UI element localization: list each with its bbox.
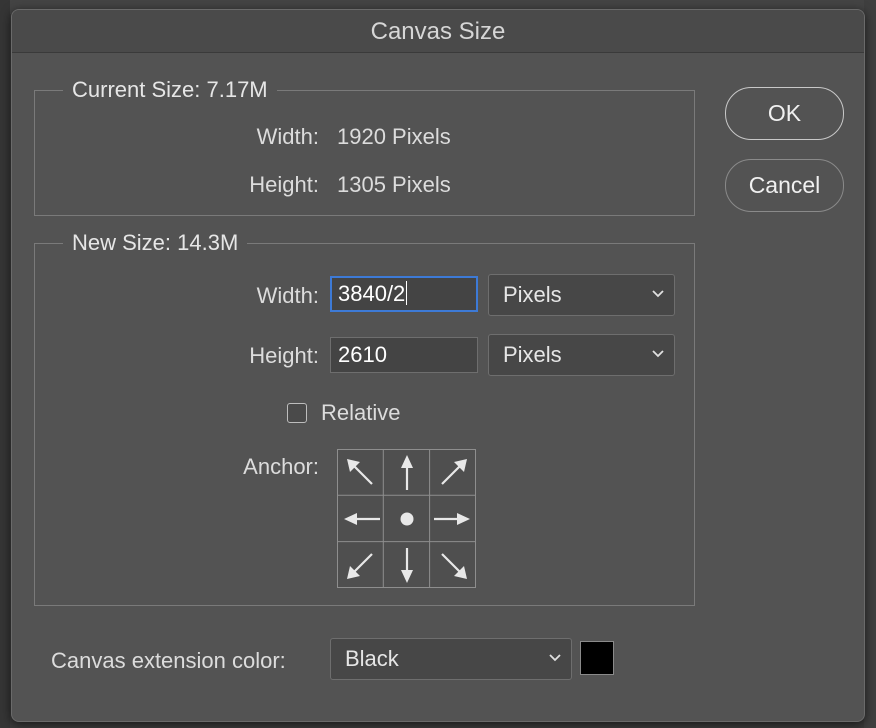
arrow-up-right-icon [441,459,467,485]
new-size-legend: New Size: 14.3M [63,229,248,257]
text-caret [406,281,408,305]
canvas-extension-color-label: Canvas extension color: [51,648,286,673]
arrow-left-icon [344,513,380,525]
relative-label[interactable]: Relative [321,399,400,427]
new-height-input-value: 2610 [338,342,387,367]
background-left-panel [0,0,10,728]
current-width-value: 1920 Pixels [337,124,451,149]
arrow-down-right-icon [441,553,467,579]
current-height-value: 1305 Pixels [337,172,451,197]
new-width-label: Width: [256,283,319,308]
current-width-label: Width: [256,124,319,149]
new-width-unit-value: Pixels [503,282,562,307]
arrow-right-icon [434,513,470,525]
anchor-right[interactable] [430,496,476,542]
anchor-center[interactable] [384,496,430,542]
arrow-up-left-icon [347,459,373,485]
relative-checkbox[interactable] [287,403,307,423]
arrow-down-icon [401,548,413,583]
current-size-legend: Current Size: 7.17M [63,76,277,104]
dialog-title: Canvas Size [12,10,864,53]
chevron-down-icon [652,350,664,358]
canvas-extension-color-value: Black [345,646,399,671]
anchor-center-dot-icon [400,512,414,526]
anchor-bottom-left[interactable] [338,542,384,588]
new-width-unit-select[interactable]: Pixels [488,274,675,316]
current-height-label: Height: [249,172,319,197]
new-width-input[interactable]: 3840/2 [330,276,478,312]
new-height-label: Height: [249,343,319,368]
anchor-top-left[interactable] [338,450,384,496]
canvas-extension-color-select[interactable]: Black [330,638,572,680]
anchor-bottom[interactable] [384,542,430,588]
new-height-input[interactable]: 2610 [330,337,478,373]
ok-button[interactable]: OK [725,87,844,140]
background-right-panel [864,0,876,728]
new-size-group: New Size: 14.3M Width: 3840/2 Pixels Hei… [34,229,695,606]
arrow-down-left-icon [347,553,373,579]
anchor-label: Anchor: [243,454,319,479]
anchor-bottom-right[interactable] [430,542,476,588]
cancel-button[interactable]: Cancel [725,159,844,212]
anchor-top[interactable] [384,450,430,496]
anchor-left[interactable] [338,496,384,542]
anchor-top-right[interactable] [430,450,476,496]
current-size-group: Current Size: 7.17M Width: 1920 Pixels H… [34,76,695,216]
chevron-down-icon [652,290,664,298]
new-height-unit-value: Pixels [503,342,562,367]
canvas-size-dialog: Canvas Size Current Size: 7.17M Width: 1… [11,9,865,722]
canvas-extension-color-swatch[interactable] [580,641,614,675]
anchor-grid [337,449,476,588]
new-width-input-value: 3840/2 [338,281,406,306]
chevron-down-icon [549,654,561,662]
arrow-up-icon [401,455,413,490]
new-height-unit-select[interactable]: Pixels [488,334,675,376]
